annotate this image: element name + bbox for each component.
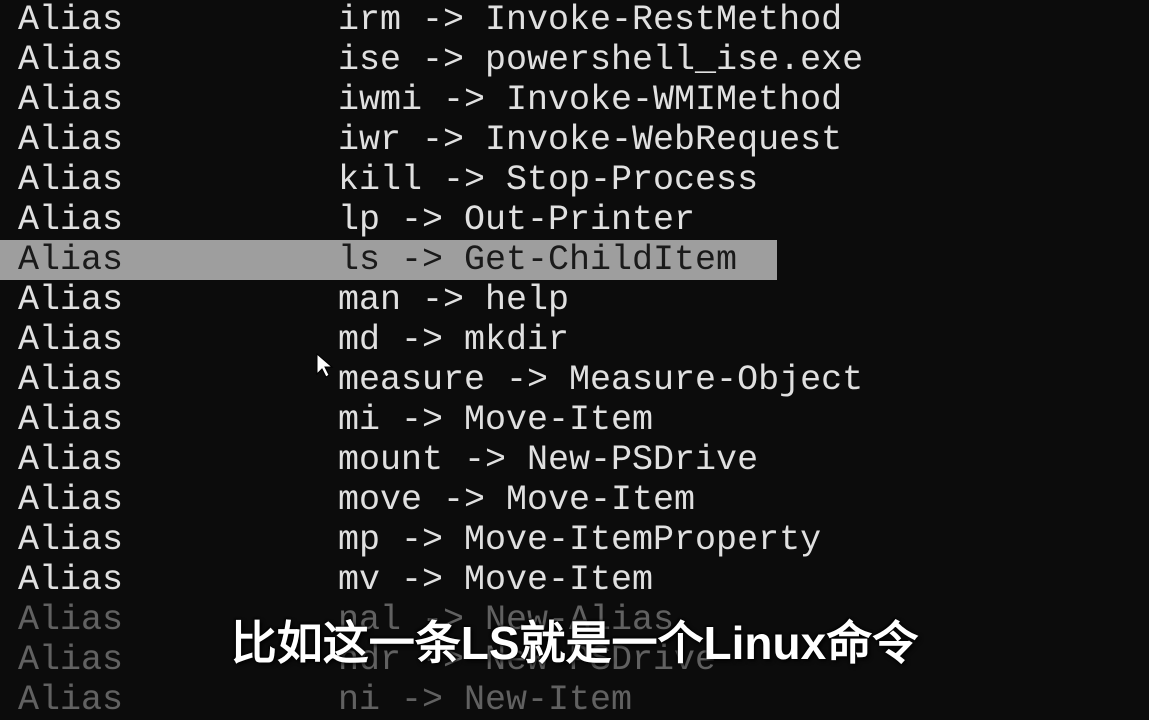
command-type: Alias: [18, 480, 338, 520]
command-type: Alias: [18, 160, 338, 200]
alias-mapping: md -> mkdir: [338, 320, 569, 360]
alias-row: Aliasise -> powershell_ise.exe: [0, 40, 1149, 80]
command-type: Alias: [18, 360, 338, 400]
command-type: Alias: [18, 40, 338, 80]
command-type: Alias: [18, 240, 338, 280]
alias-mapping: kill -> Stop-Process: [338, 160, 758, 200]
command-type: Alias: [18, 520, 338, 560]
alias-mapping: mv -> Move-Item: [338, 560, 653, 600]
alias-row: Aliasman -> help: [0, 280, 1149, 320]
alias-row: Aliasmove -> Move-Item: [0, 480, 1149, 520]
command-type: Alias: [18, 120, 338, 160]
alias-mapping: measure -> Measure-Object: [338, 360, 863, 400]
command-type: Alias: [18, 200, 338, 240]
command-type: Alias: [18, 440, 338, 480]
alias-row: Aliasirm -> Invoke-RestMethod: [0, 0, 1149, 40]
alias-row: Aliasmi -> Move-Item: [0, 400, 1149, 440]
alias-mapping: mi -> Move-Item: [338, 400, 653, 440]
alias-row: Aliaslp -> Out-Printer: [0, 200, 1149, 240]
alias-row: Aliasmeasure -> Measure-Object: [0, 360, 1149, 400]
alias-row: Aliasiwmi -> Invoke-WMIMethod: [0, 80, 1149, 120]
video-subtitle: 比如这一条LS就是一个Linux命令: [231, 607, 918, 673]
alias-mapping: mount -> New-PSDrive: [338, 440, 758, 480]
alias-mapping: man -> help: [338, 280, 569, 320]
alias-mapping: ni -> New-Item: [338, 680, 632, 720]
alias-mapping: mp -> Move-ItemProperty: [338, 520, 821, 560]
alias-mapping: irm -> Invoke-RestMethod: [338, 0, 842, 40]
command-type: Alias: [18, 80, 338, 120]
alias-mapping: lp -> Out-Printer: [338, 200, 695, 240]
command-type: Alias: [18, 320, 338, 360]
alias-row: Aliaskill -> Stop-Process: [0, 160, 1149, 200]
command-type: Alias: [18, 280, 338, 320]
alias-mapping: ise -> powershell_ise.exe: [338, 40, 863, 80]
alias-mapping: iwmi -> Invoke-WMIMethod: [338, 80, 842, 120]
alias-row: Aliasiwr -> Invoke-WebRequest: [0, 120, 1149, 160]
alias-mapping: iwr -> Invoke-WebRequest: [338, 120, 842, 160]
alias-mapping: move -> Move-Item: [338, 480, 695, 520]
command-type: Alias: [18, 560, 338, 600]
alias-row: Aliasmp -> Move-ItemProperty: [0, 520, 1149, 560]
alias-row: Aliasmount -> New-PSDrive: [0, 440, 1149, 480]
command-type: Alias: [18, 680, 338, 720]
command-type: Alias: [18, 0, 338, 40]
alias-row: Aliasmv -> Move-Item: [0, 560, 1149, 600]
alias-row: Aliasni -> New-Item: [0, 680, 1149, 720]
alias-row: Aliasls -> Get-ChildItem: [0, 240, 777, 280]
alias-row: Aliasmd -> mkdir: [0, 320, 1149, 360]
command-type: Alias: [18, 400, 338, 440]
alias-mapping: ls -> Get-ChildItem: [338, 240, 777, 280]
